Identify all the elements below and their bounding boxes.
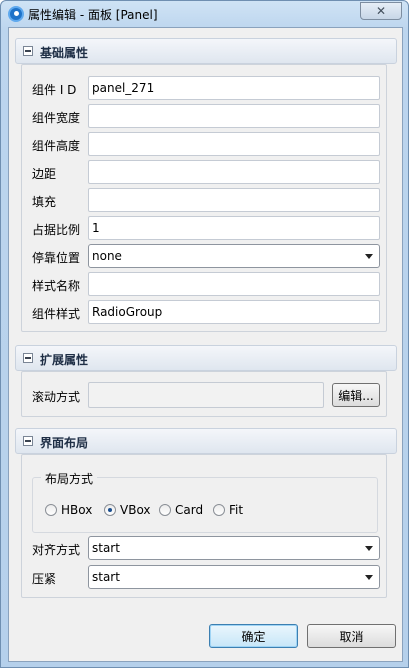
collapse-icon[interactable]: [23, 436, 33, 446]
row-label-flex: 占据比例: [32, 223, 81, 237]
dialog-body: 基础属性 组件 I D panel_271 组件宽度 组件高度 边距 填充 占据…: [8, 27, 403, 662]
section-header-basic[interactable]: 基础属性: [15, 38, 397, 64]
window-title: 属性编辑 - 面板 [Panel]: [28, 8, 158, 22]
row-label-width: 组件宽度: [32, 111, 81, 125]
component-width-input[interactable]: [88, 104, 380, 128]
close-button[interactable]: ✕: [360, 2, 402, 20]
row-label-pack: 压紧: [32, 572, 57, 586]
row-label-scroll: 滚动方式: [32, 390, 81, 404]
extended-properties-panel: 滚动方式 编辑...: [21, 371, 387, 417]
pack-value: start: [92, 570, 120, 584]
row-label-component-style: 组件样式: [32, 307, 81, 321]
radio-label: HBox: [61, 503, 93, 517]
component-height-input[interactable]: [88, 132, 380, 156]
ok-button[interactable]: 确定: [209, 624, 298, 648]
section-title: 界面布局: [40, 436, 89, 450]
align-select[interactable]: start: [88, 536, 380, 560]
radio-icon[interactable]: [213, 504, 225, 516]
radio-vbox[interactable]: VBox: [104, 503, 151, 517]
collapse-icon[interactable]: [23, 353, 33, 363]
style-name-input[interactable]: [88, 272, 380, 296]
pack-select[interactable]: start: [88, 565, 380, 589]
radio-hbox[interactable]: HBox: [45, 503, 92, 517]
radio-label: Fit: [229, 503, 244, 517]
layout-mode-group: 布局方式 HBox VBox Card Fit: [32, 470, 378, 533]
dock-position-value: none: [92, 249, 122, 263]
section-header-layout[interactable]: 界面布局: [15, 428, 397, 454]
row-label-dock: 停靠位置: [32, 251, 81, 265]
radio-selected-icon[interactable]: [104, 504, 116, 516]
component-id-input[interactable]: panel_271: [88, 76, 380, 100]
margin-input[interactable]: [88, 160, 380, 184]
radio-icon[interactable]: [159, 504, 171, 516]
radio-fit[interactable]: Fit: [213, 503, 243, 517]
align-value: start: [92, 541, 120, 555]
component-style-input[interactable]: RadioGroup: [88, 300, 380, 324]
dock-position-select[interactable]: none: [88, 244, 380, 268]
collapse-icon[interactable]: [23, 46, 33, 56]
chevron-down-icon: [365, 254, 373, 259]
edit-button[interactable]: 编辑...: [332, 383, 380, 407]
cancel-button[interactable]: 取消: [307, 624, 396, 648]
row-label-margin: 边距: [32, 167, 57, 181]
row-label-height: 组件高度: [32, 139, 81, 153]
app-icon: [8, 6, 24, 22]
padding-input[interactable]: [88, 188, 380, 212]
row-label-align: 对齐方式: [32, 543, 81, 557]
row-label-padding: 填充: [32, 195, 57, 209]
flex-ratio-input[interactable]: 1: [88, 216, 380, 240]
group-title: 布局方式: [41, 470, 98, 487]
title-bar[interactable]: 属性编辑 - 面板 [Panel] ✕: [1, 1, 408, 27]
chevron-down-icon: [365, 546, 373, 551]
radio-label: VBox: [120, 503, 151, 517]
section-title: 基础属性: [40, 46, 89, 60]
scroll-mode-field: [88, 382, 324, 408]
layout-panel: 布局方式 HBox VBox Card Fit 对齐方式 start 压紧 st…: [21, 454, 387, 598]
row-label-id: 组件 I D: [32, 83, 77, 97]
radio-card[interactable]: Card: [159, 503, 203, 517]
basic-properties-panel: 组件 I D panel_271 组件宽度 组件高度 边距 填充 占据比例 1 …: [21, 64, 387, 332]
row-label-style-name: 样式名称: [32, 279, 81, 293]
dialog-window: 属性编辑 - 面板 [Panel] ✕ 基础属性 组件 I D panel_27…: [0, 0, 409, 668]
section-title: 扩展属性: [40, 353, 89, 367]
close-icon: ✕: [375, 4, 387, 18]
section-header-extended[interactable]: 扩展属性: [15, 345, 397, 371]
radio-label: Card: [175, 503, 204, 517]
radio-icon[interactable]: [45, 504, 57, 516]
chevron-down-icon: [365, 575, 373, 580]
